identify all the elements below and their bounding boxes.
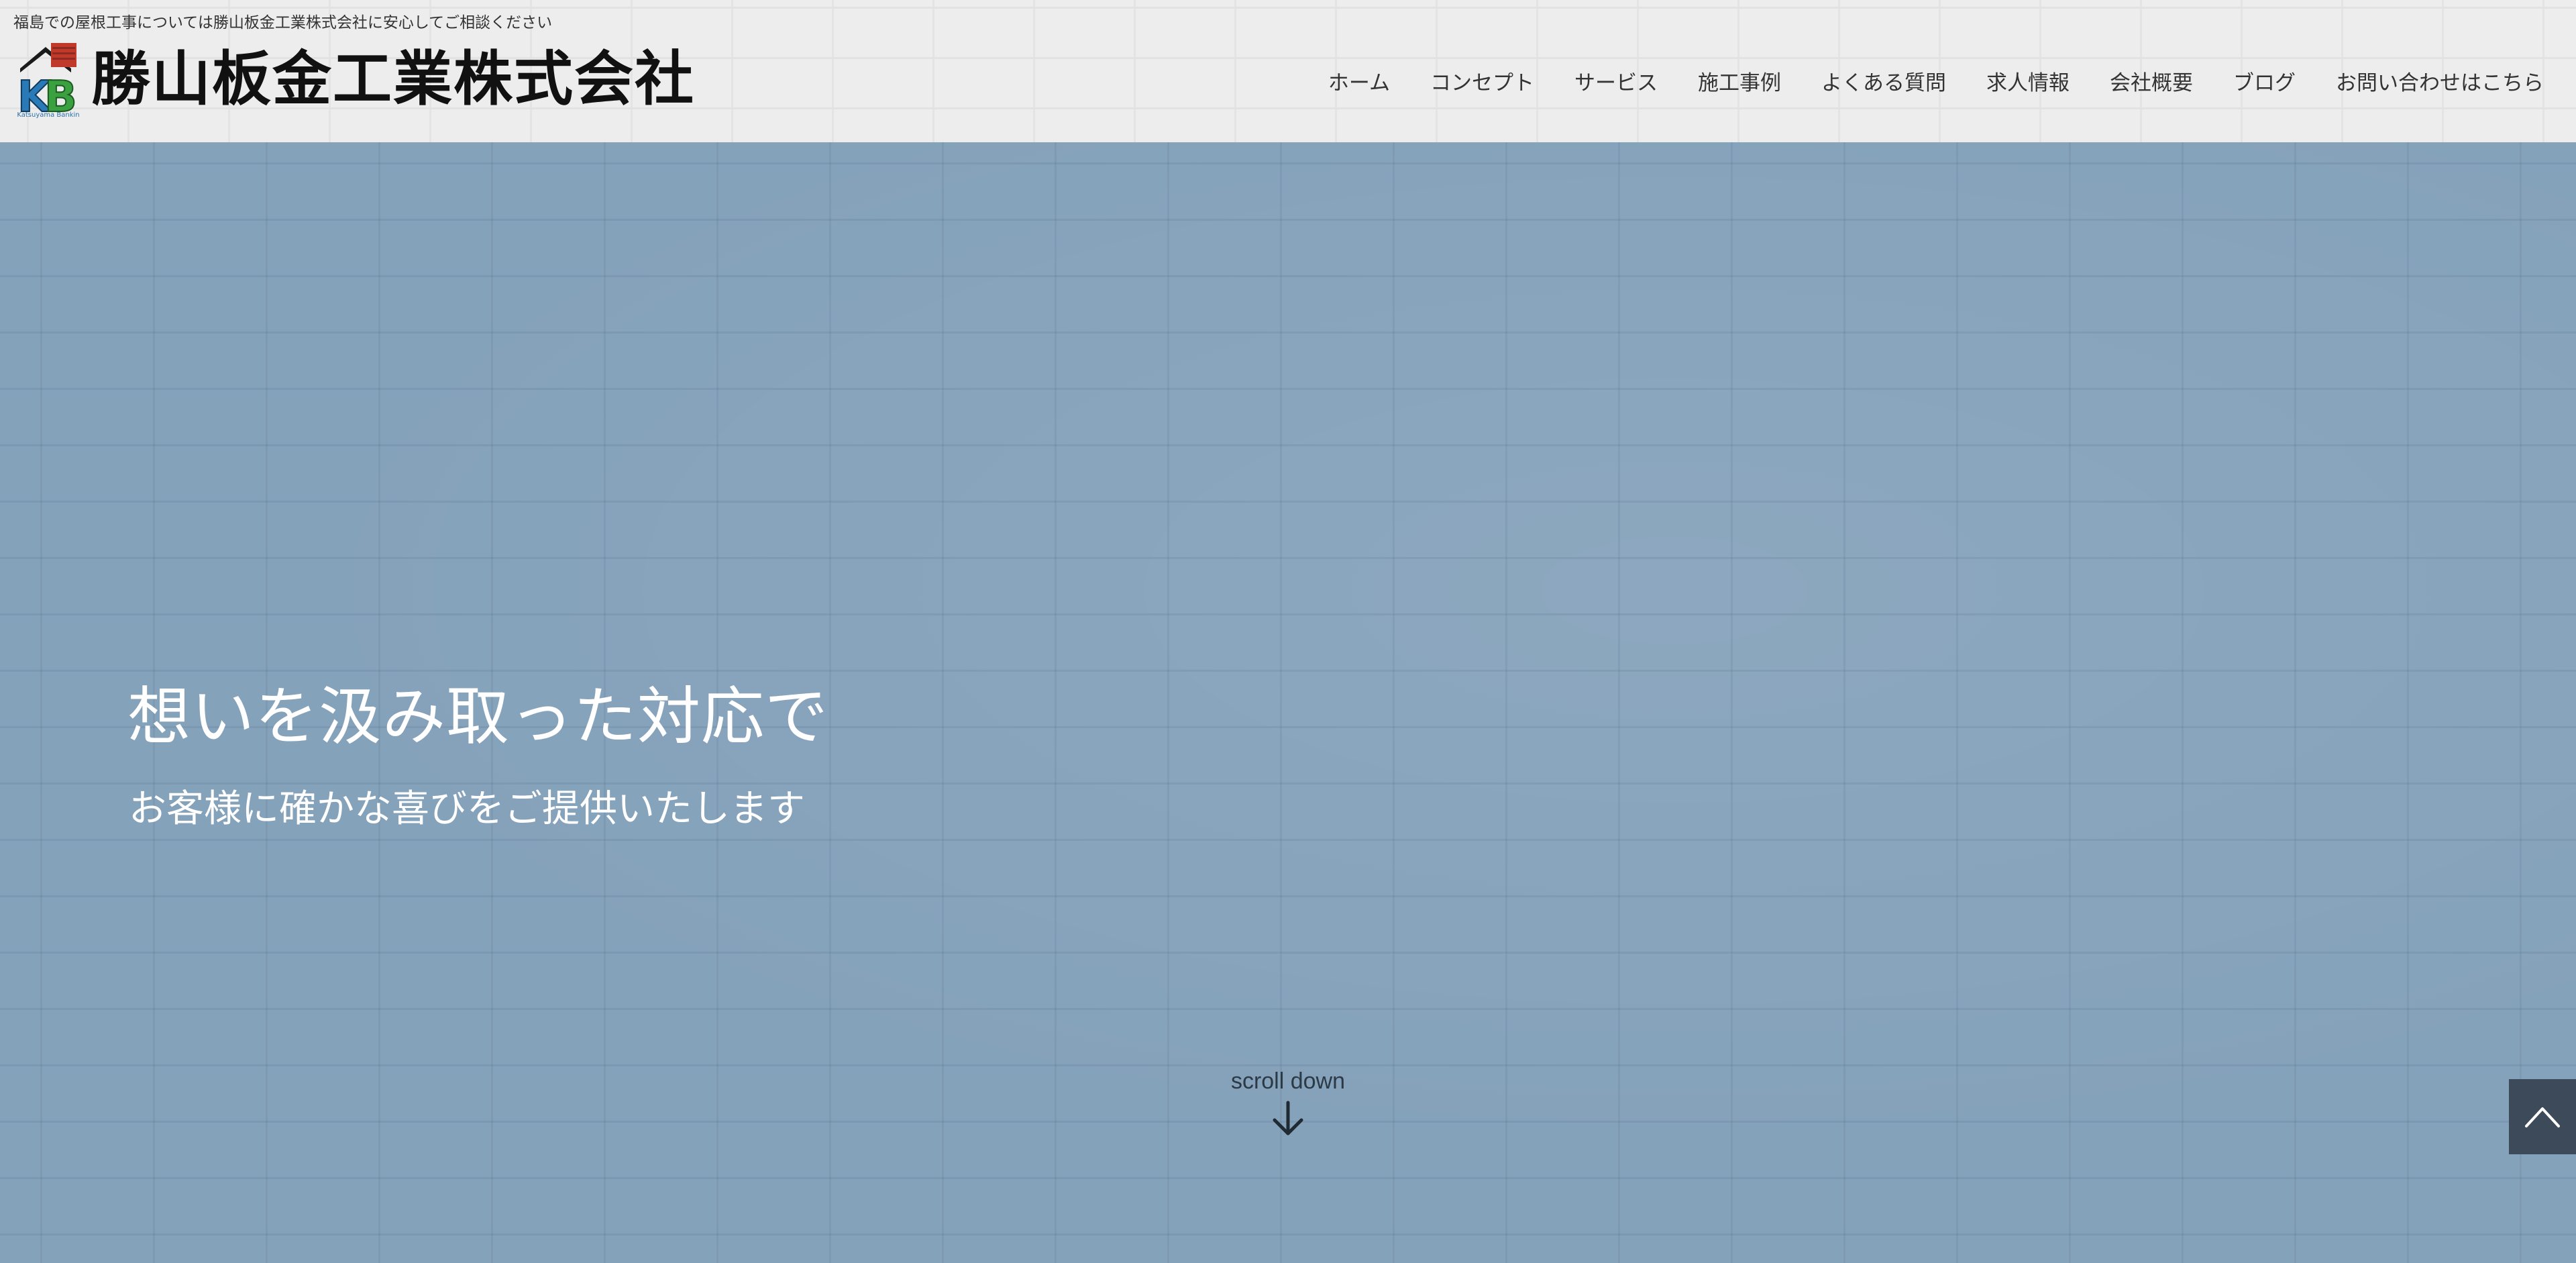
back-to-top-button[interactable]	[2509, 1079, 2576, 1154]
nav-item-contact[interactable]: お問い合わせはこちら	[2336, 66, 2544, 96]
nav-item-service[interactable]: サービス	[1574, 66, 1658, 96]
arrow-down-icon	[1273, 1101, 1303, 1135]
hero-subheading: お客様に確かな喜びをご提供いたします	[129, 787, 805, 831]
brand-name[interactable]: 勝山板金工業株式会社	[91, 50, 695, 109]
nav-item-home[interactable]: ホーム	[1328, 66, 1390, 96]
nav-item-concept[interactable]: コンセプト	[1430, 66, 1534, 96]
main-nav: ホーム コンセプト サービス 施工事例 よくある質問 求人情報 会社概要 ブログ…	[1328, 66, 2544, 96]
nav-item-faq[interactable]: よくある質問	[1821, 66, 1946, 96]
logo-caption: Katsuyama Bankin	[17, 111, 80, 119]
scroll-down-link[interactable]: scroll down	[1221, 1068, 1355, 1138]
scroll-down-label: scroll down	[1230, 1068, 1346, 1094]
nav-item-recruit[interactable]: 求人情報	[1986, 66, 2070, 96]
header-tagline: 福島での屋根工事については勝山板金工業株式会社に安心してご相談ください	[13, 14, 553, 32]
nav-item-company[interactable]: 会社概要	[2110, 66, 2193, 96]
hero-section: 想いを汲み取った対応で お客様に確かな喜びをご提供いたします scroll do…	[0, 142, 2576, 1263]
site-header: 福島での屋根工事については勝山板金工業株式会社に安心してご相談ください K B …	[0, 0, 2576, 142]
chevron-up-icon	[2525, 1107, 2560, 1127]
hero-heading: 想いを汲み取った対応で	[127, 680, 829, 754]
nav-item-blog[interactable]: ブログ	[2233, 66, 2296, 96]
nav-item-works[interactable]: 施工事例	[1698, 66, 1781, 96]
